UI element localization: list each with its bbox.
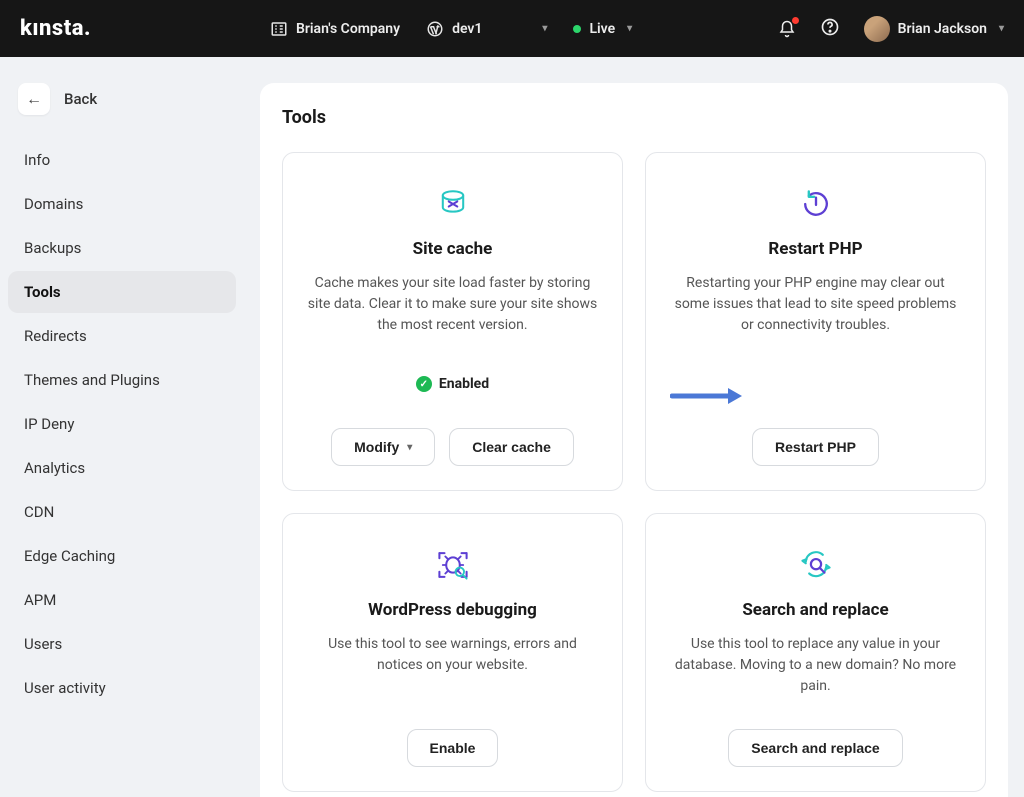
sidebar-item-redirects[interactable]: Redirects [8, 315, 236, 357]
button-label: Restart PHP [775, 439, 856, 455]
chevron-down-icon: ▾ [407, 442, 412, 453]
env-selector[interactable]: Live ▾ [573, 21, 632, 37]
sidebar-item-label: Tools [24, 283, 61, 301]
chevron-down-icon: ▾ [999, 23, 1004, 34]
back-row[interactable]: ← Back [8, 77, 236, 121]
restart-php-button[interactable]: Restart PHP [752, 428, 879, 466]
logo-dot: . [84, 16, 91, 41]
annotation-arrow-icon [670, 386, 742, 406]
clear-cache-button[interactable]: Clear cache [449, 428, 574, 466]
card-desc: Use this tool to replace any value in yo… [668, 634, 963, 697]
back-label: Back [64, 90, 97, 108]
help-icon [820, 17, 840, 37]
sidebar-item-label: Edge Caching [24, 547, 115, 565]
user-name: Brian Jackson [898, 21, 987, 37]
company-name: Brian's Company [296, 21, 400, 37]
wp-debugging-icon [434, 542, 472, 588]
card-search-replace: Search and replace Use this tool to repl… [645, 513, 986, 792]
search-replace-button[interactable]: Search and replace [728, 729, 902, 767]
button-label: Clear cache [472, 439, 551, 455]
status-enabled: ✓ Enabled [416, 376, 489, 392]
card-restart-php: Restart PHP Restarting your PHP engine m… [645, 152, 986, 491]
card-title: Site cache [413, 239, 493, 259]
sidebar-item-domains[interactable]: Domains [8, 183, 236, 225]
sidebar-item-ip-deny[interactable]: IP Deny [8, 403, 236, 445]
button-label: Search and replace [751, 740, 879, 756]
company-selector[interactable]: Brian's Company [270, 20, 400, 38]
card-title: Restart PHP [768, 239, 862, 259]
search-replace-icon [797, 542, 835, 588]
notification-dot [792, 17, 799, 24]
sidebar-item-themes-plugins[interactable]: Themes and Plugins [8, 359, 236, 401]
card-site-cache: Site cache Cache makes your site load fa… [282, 152, 623, 491]
page-title: Tools [282, 107, 986, 128]
button-label: Enable [430, 740, 476, 756]
modify-button[interactable]: Modify ▾ [331, 428, 435, 466]
wordpress-icon [426, 20, 444, 38]
sidebar-item-cdn[interactable]: CDN [8, 491, 236, 533]
sidebar: ← Back Info Domains Backups Tools Redire… [0, 57, 244, 797]
sidebar-item-label: IP Deny [24, 415, 74, 433]
sidebar-item-label: User activity [24, 679, 106, 697]
sidebar-item-backups[interactable]: Backups [8, 227, 236, 269]
status-label: Enabled [439, 376, 489, 392]
card-desc: Cache makes your site load faster by sto… [305, 273, 600, 336]
chevron-down-icon: ▾ [542, 23, 547, 34]
sidebar-item-label: Users [24, 635, 62, 653]
arrow-left-icon: ← [26, 89, 42, 109]
user-menu[interactable]: Brian Jackson ▾ [864, 16, 1004, 42]
restart-php-icon [798, 181, 834, 227]
check-icon: ✓ [416, 376, 432, 392]
back-button[interactable]: ← [18, 83, 50, 115]
live-status-dot [573, 25, 581, 33]
sidebar-item-label: Backups [24, 239, 81, 257]
sidebar-item-label: APM [24, 591, 56, 609]
card-desc: Use this tool to see warnings, errors an… [305, 634, 600, 676]
logo: kınsta. [20, 16, 270, 41]
header-right: Brian Jackson ▾ [778, 16, 1004, 42]
card-title: Search and replace [742, 600, 888, 620]
sidebar-item-label: Domains [24, 195, 83, 213]
logo-text: kınsta [20, 16, 84, 41]
sidebar-item-label: Redirects [24, 327, 87, 345]
sidebar-item-edge-caching[interactable]: Edge Caching [8, 535, 236, 577]
sidebar-item-label: Themes and Plugins [24, 371, 160, 389]
card-title: WordPress debugging [368, 600, 537, 620]
sidebar-item-apm[interactable]: APM [8, 579, 236, 621]
site-selector[interactable]: dev1 ▾ [426, 20, 547, 38]
app-header: kınsta. Brian's Company dev1 ▾ Live ▾ Br… [0, 0, 1024, 57]
sidebar-item-label: CDN [24, 503, 54, 521]
chevron-down-icon: ▾ [627, 23, 632, 34]
tools-panel: Tools Site cache Cache makes your site l… [260, 83, 1008, 797]
card-wp-debugging: WordPress debugging Use this tool to see… [282, 513, 623, 792]
card-grid: Site cache Cache makes your site load fa… [282, 152, 986, 792]
sidebar-item-info[interactable]: Info [8, 139, 236, 181]
notifications-button[interactable] [778, 20, 796, 38]
button-label: Modify [354, 439, 399, 455]
company-icon [270, 20, 288, 38]
env-label: Live [589, 21, 615, 37]
sidebar-item-user-activity[interactable]: User activity [8, 667, 236, 709]
sidebar-item-label: Info [24, 151, 50, 169]
main-area: Tools Site cache Cache makes your site l… [244, 57, 1024, 797]
enable-debugging-button[interactable]: Enable [407, 729, 499, 767]
sidebar-item-label: Analytics [24, 459, 85, 477]
sidebar-item-tools[interactable]: Tools [8, 271, 236, 313]
site-cache-icon [436, 181, 470, 227]
site-name: dev1 [452, 21, 482, 37]
sidebar-item-analytics[interactable]: Analytics [8, 447, 236, 489]
sidebar-item-users[interactable]: Users [8, 623, 236, 665]
help-button[interactable] [820, 17, 840, 41]
card-desc: Restarting your PHP engine may clear out… [668, 273, 963, 336]
avatar [864, 16, 890, 42]
